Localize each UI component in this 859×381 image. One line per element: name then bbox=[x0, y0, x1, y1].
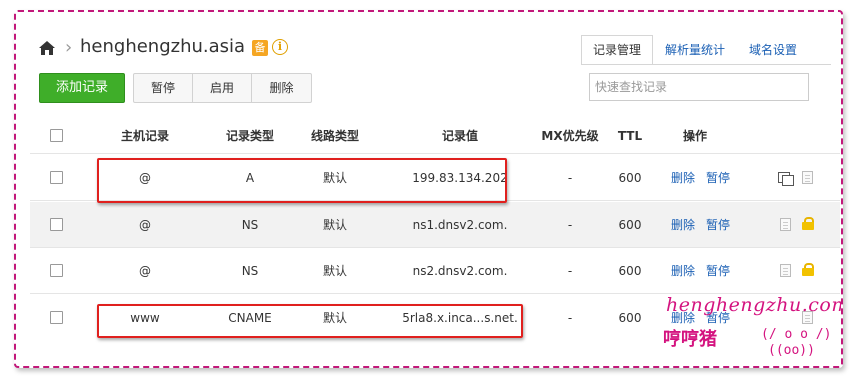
cell-mx: - bbox=[567, 171, 573, 185]
table-row: @ A 默认 199.83.134.202 - 600 删除 暂停 bbox=[30, 155, 840, 201]
cell-value: 5rla8.x.inca...s.net. bbox=[402, 311, 518, 325]
enable-button[interactable]: 启用 bbox=[193, 74, 252, 102]
cell-host: @ bbox=[139, 171, 151, 185]
watermark-site: henghengzhu.com bbox=[666, 294, 843, 316]
watermark-name: 哼哼猪 bbox=[663, 329, 717, 350]
column-mx: MX优先级 bbox=[541, 129, 599, 143]
column-ttl: TTL bbox=[617, 129, 643, 143]
cell-value: ns1.dnsv2.com. bbox=[412, 218, 508, 232]
cell-ttl: 600 bbox=[618, 218, 642, 232]
home-icon[interactable] bbox=[38, 40, 56, 56]
row-checkbox[interactable] bbox=[50, 264, 63, 277]
cell-mx: - bbox=[567, 218, 573, 232]
cell-mx: - bbox=[567, 311, 573, 325]
row-checkbox[interactable] bbox=[50, 171, 63, 184]
column-actions: 操作 bbox=[682, 129, 707, 143]
cell-host: @ bbox=[139, 264, 151, 278]
cell-type: A bbox=[245, 171, 255, 185]
tab-domain-settings[interactable]: 域名设置 bbox=[737, 35, 809, 65]
dns-panel: › henghengzhu.asia 备 i 记录管理 解析量统计 域名设置 添… bbox=[14, 10, 843, 368]
cell-mx: - bbox=[567, 264, 573, 278]
row-pause-link[interactable]: 暂停 bbox=[706, 155, 730, 201]
cell-type: NS bbox=[241, 264, 259, 278]
lock-icon bbox=[802, 263, 814, 276]
pause-button[interactable]: 暂停 bbox=[134, 74, 193, 102]
info-icon[interactable]: i bbox=[272, 39, 288, 55]
delete-button[interactable]: 删除 bbox=[252, 74, 311, 102]
table-header: 主机记录 记录类型 线路类型 记录值 MX优先级 TTL 操作 bbox=[30, 118, 840, 154]
row-checkbox[interactable] bbox=[50, 218, 63, 231]
search-input[interactable] bbox=[589, 73, 809, 101]
tab-divider bbox=[581, 64, 831, 65]
cell-line: 默认 bbox=[322, 264, 347, 278]
cell-ttl: 600 bbox=[618, 311, 642, 325]
cell-line: 默认 bbox=[322, 171, 347, 185]
cell-value: ns2.dnsv2.com. bbox=[412, 264, 508, 278]
tab-statistics[interactable]: 解析量统计 bbox=[653, 35, 737, 65]
cell-type: CNAME bbox=[228, 311, 272, 325]
cell-host: @ bbox=[139, 218, 151, 232]
tab-bar: 记录管理 解析量统计 域名设置 bbox=[581, 35, 809, 65]
cell-ttl: 600 bbox=[618, 264, 642, 278]
row-delete-link[interactable]: 删除 bbox=[671, 248, 695, 294]
breadcrumb-separator: › bbox=[65, 37, 73, 58]
cell-value: 199.83.134.202 bbox=[412, 171, 508, 185]
column-line: 线路类型 bbox=[310, 129, 359, 143]
column-type: 记录类型 bbox=[225, 129, 274, 143]
select-all-checkbox[interactable] bbox=[50, 129, 63, 142]
watermark-face-bottom: ((oo)) bbox=[768, 343, 815, 358]
domain-title: henghengzhu.asia bbox=[80, 36, 246, 57]
column-host: 主机记录 bbox=[120, 129, 169, 143]
note-icon[interactable] bbox=[802, 171, 813, 184]
action-button-group: 暂停 启用 删除 bbox=[133, 73, 312, 103]
table-row: @ NS 默认 ns2.dnsv2.com. - 600 删除 暂停 bbox=[30, 248, 840, 294]
cell-type: NS bbox=[241, 218, 259, 232]
row-delete-link[interactable]: 删除 bbox=[671, 155, 695, 201]
cell-line: 默认 bbox=[322, 311, 347, 325]
column-value: 记录值 bbox=[441, 129, 478, 143]
tab-records[interactable]: 记录管理 bbox=[581, 35, 654, 65]
note-icon[interactable] bbox=[780, 264, 791, 277]
lock-icon bbox=[802, 217, 814, 230]
cell-ttl: 600 bbox=[618, 171, 642, 185]
copy-icon[interactable] bbox=[778, 172, 794, 186]
cell-line: 默认 bbox=[322, 218, 347, 232]
cell-host: www bbox=[130, 311, 160, 325]
table-row: @ NS 默认 ns1.dnsv2.com. - 600 删除 暂停 bbox=[30, 202, 840, 248]
note-icon[interactable] bbox=[780, 218, 791, 231]
row-pause-link[interactable]: 暂停 bbox=[706, 202, 730, 248]
row-checkbox[interactable] bbox=[50, 311, 63, 324]
row-delete-link[interactable]: 删除 bbox=[671, 202, 695, 248]
add-record-button[interactable]: 添加记录 bbox=[39, 73, 125, 103]
row-pause-link[interactable]: 暂停 bbox=[706, 248, 730, 294]
filing-badge-icon[interactable]: 备 bbox=[252, 40, 268, 56]
